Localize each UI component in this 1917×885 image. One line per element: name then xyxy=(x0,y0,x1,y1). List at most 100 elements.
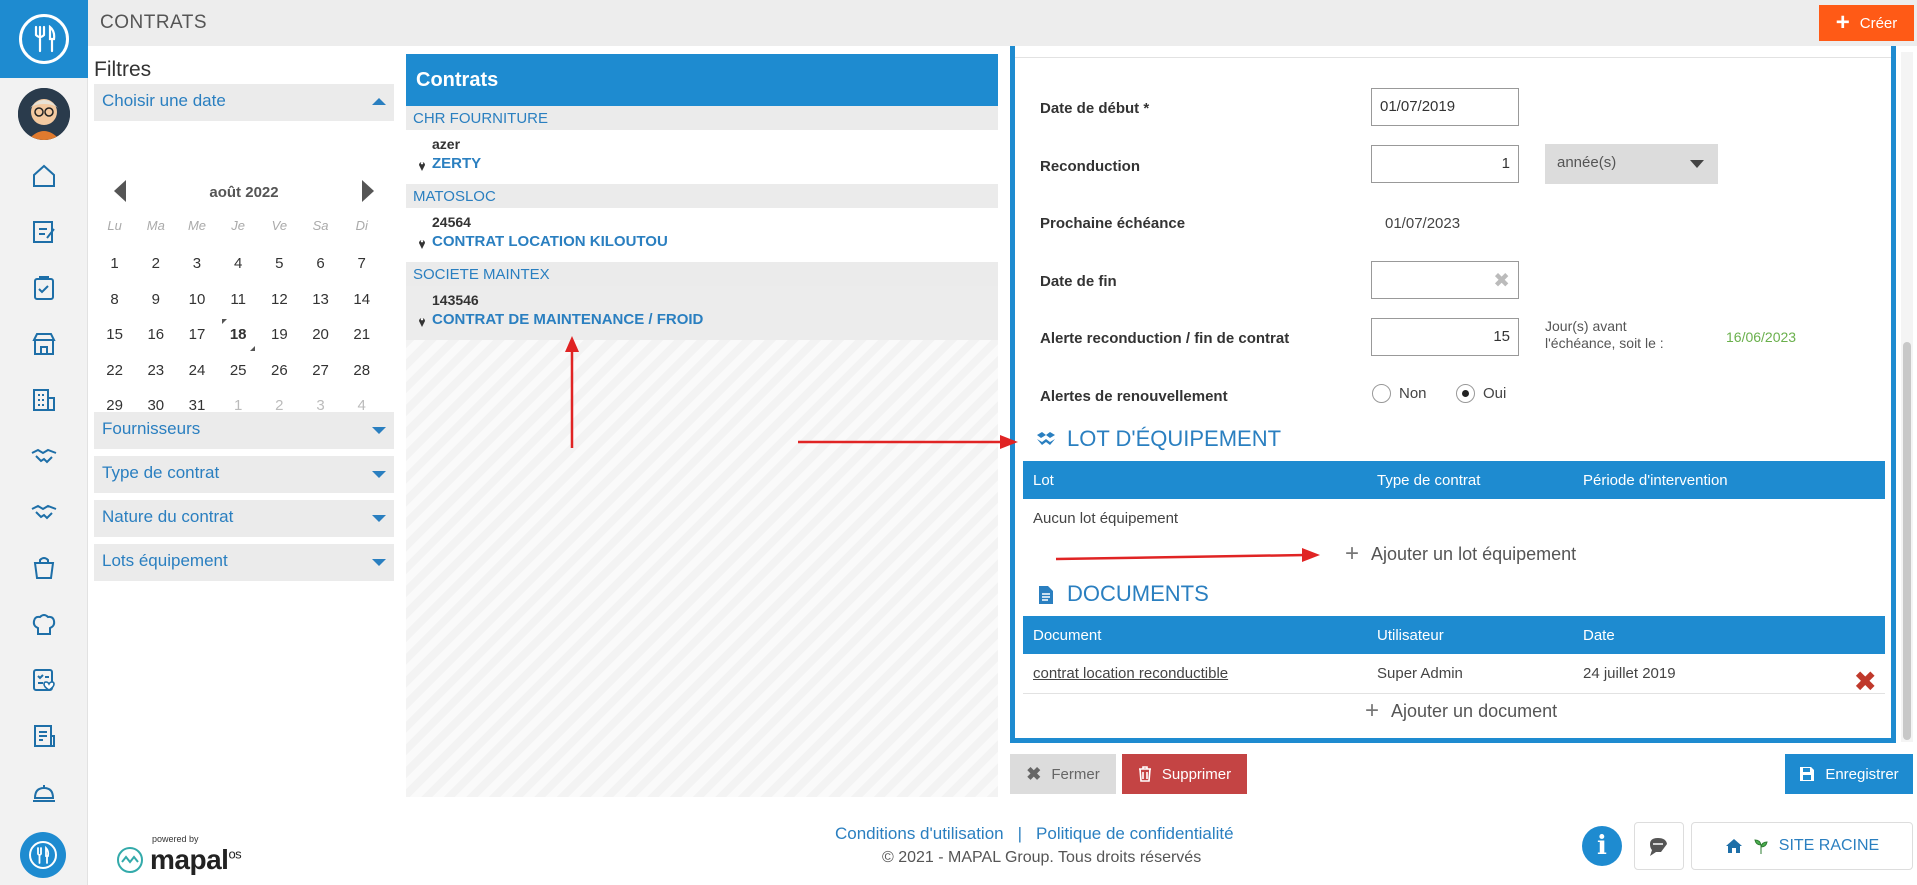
calendar-day[interactable]: 16 xyxy=(135,317,176,353)
calendar-day[interactable]: 27 xyxy=(300,353,341,389)
plus-icon: + xyxy=(1365,697,1380,724)
calendar-day[interactable]: 4 xyxy=(218,246,259,282)
filter-section-header[interactable]: Lots équipement xyxy=(94,544,394,581)
site-racine-label: SITE RACINE xyxy=(1778,837,1880,854)
home-icon[interactable] xyxy=(28,160,60,192)
calendar-day[interactable]: 11 xyxy=(218,282,259,318)
next-month-icon[interactable] xyxy=(362,180,374,202)
app-logo[interactable] xyxy=(0,0,88,78)
calendar-day[interactable]: 21 xyxy=(341,317,382,353)
contract-detail-panel: Date de début * 01/07/2019 Reconduction … xyxy=(1010,46,1896,743)
document-link[interactable]: contrat location reconductible xyxy=(1033,665,1228,682)
calendar-day[interactable]: 24 xyxy=(176,353,217,389)
terms-link[interactable]: Conditions d'utilisation xyxy=(835,824,1004,844)
calendar-day[interactable]: 7 xyxy=(341,246,382,282)
filter-section-header[interactable]: Fournisseurs xyxy=(94,412,394,449)
save-button[interactable]: Enregistrer xyxy=(1785,754,1913,794)
radio-oui-label: Oui xyxy=(1483,385,1507,402)
renewal-alerts-label: Alertes de renouvellement xyxy=(1040,388,1228,405)
map-pin-icon xyxy=(419,240,425,249)
top-bar: CONTRATS + Créer xyxy=(88,0,1917,46)
radio-oui[interactable] xyxy=(1456,384,1475,403)
sprout-icon xyxy=(1754,839,1768,854)
calendar-day[interactable]: 19 xyxy=(259,317,300,353)
calendar-day[interactable]: 22 xyxy=(94,353,135,389)
add-lot-button[interactable]: + Ajouter un lot équipement xyxy=(1345,540,1576,568)
list-item[interactable]: azer ZERTY xyxy=(406,130,998,184)
detail-scrollbar[interactable] xyxy=(1901,52,1913,742)
add-document-button[interactable]: + Ajouter un document xyxy=(1365,697,1557,725)
calendar-day[interactable]: 18 xyxy=(218,317,259,353)
calendar-day[interactable]: 2 xyxy=(135,246,176,282)
calendar-day[interactable]: 1 xyxy=(94,246,135,282)
calendar-day[interactable]: 26 xyxy=(259,353,300,389)
start-date-label: Date de début * xyxy=(1040,100,1150,117)
clear-icon[interactable]: ✖ xyxy=(1493,268,1510,293)
footer-links: Conditions d'utilisation | Politique de … xyxy=(835,824,1234,844)
calendar-day[interactable]: 20 xyxy=(300,317,341,353)
lots-col-lot: Lot xyxy=(1033,472,1054,489)
calendar-day[interactable]: 8 xyxy=(94,282,135,318)
supplier-group-header: SOCIETE MAINTEX xyxy=(406,262,998,286)
calendar-weekday: Ve xyxy=(271,218,288,233)
calendar-day[interactable]: 3 xyxy=(176,246,217,282)
chat-button[interactable] xyxy=(1634,822,1684,870)
powered-by-text: powered by xyxy=(152,834,199,844)
radio-non[interactable] xyxy=(1372,384,1391,403)
calendar-day[interactable]: 15 xyxy=(94,317,135,353)
scroll-thumb[interactable] xyxy=(1903,342,1911,740)
calendar-day[interactable]: 10 xyxy=(176,282,217,318)
clipboard-check-icon[interactable] xyxy=(28,272,60,304)
calendar-day[interactable]: 13 xyxy=(300,282,341,318)
filter-date-header[interactable]: Choisir une date xyxy=(94,84,394,121)
filter-section-label: Lots équipement xyxy=(102,551,228,570)
calendar-day[interactable]: 14 xyxy=(341,282,382,318)
store-icon[interactable] xyxy=(28,328,60,360)
handshake-icon[interactable] xyxy=(28,440,60,472)
page-title: CONTRATS xyxy=(100,12,208,33)
filter-section-header[interactable]: Type de contrat xyxy=(94,456,394,493)
docs-col-user: Utilisateur xyxy=(1377,627,1444,644)
calendar-day[interactable]: 6 xyxy=(300,246,341,282)
create-button[interactable]: + Créer xyxy=(1819,5,1914,41)
chat-icon xyxy=(1650,838,1667,856)
calendar-weekday: Me xyxy=(187,218,206,233)
avatar[interactable] xyxy=(18,88,70,140)
renewal-count-field[interactable]: 1 xyxy=(1371,145,1519,183)
close-button[interactable]: ✖ Fermer xyxy=(1010,754,1116,794)
app-logo-bottom[interactable] xyxy=(20,832,66,878)
renewal-unit-select[interactable]: année(s) xyxy=(1545,144,1718,184)
privacy-link[interactable]: Politique de confidentialité xyxy=(1036,824,1234,844)
calendar-weekday: Sa xyxy=(312,218,329,233)
sidebar xyxy=(0,0,88,885)
docs-col-date: Date xyxy=(1583,627,1615,644)
calendar-day[interactable]: 23 xyxy=(135,353,176,389)
delete-button[interactable]: Supprimer xyxy=(1122,754,1247,794)
fork-knife-icon xyxy=(19,14,69,64)
info-icon[interactable]: i xyxy=(1582,826,1622,866)
delete-document-icon[interactable]: ✖ xyxy=(1854,665,1877,698)
calendar-day[interactable]: 28 xyxy=(341,353,382,389)
start-date-field[interactable]: 01/07/2019 xyxy=(1371,88,1519,126)
calendar-day[interactable]: 17 xyxy=(176,317,217,353)
building-icon[interactable] xyxy=(28,384,60,416)
alert-hint-line1: Jour(s) avant xyxy=(1545,318,1627,334)
calendar-day[interactable]: 9 xyxy=(135,282,176,318)
checklist-heart-icon[interactable] xyxy=(28,664,60,696)
report-icon[interactable] xyxy=(28,720,60,752)
calendar-day[interactable]: 5 xyxy=(259,246,300,282)
filter-section-header[interactable]: Nature du contrat xyxy=(94,500,394,537)
alert-days-field[interactable]: 15 xyxy=(1371,318,1519,356)
end-date-field[interactable]: ✖ xyxy=(1371,261,1519,299)
basket-icon[interactable] xyxy=(28,552,60,584)
site-racine-button[interactable]: SITE RACINE xyxy=(1691,822,1913,870)
documents-title: DOCUMENTS xyxy=(1067,581,1209,606)
chef-hat-icon[interactable] xyxy=(28,608,60,640)
service-bell-icon[interactable] xyxy=(28,776,60,808)
edit-icon[interactable] xyxy=(28,216,60,248)
list-item[interactable]: 143546 CONTRAT DE MAINTENANCE / FROID xyxy=(406,286,998,340)
list-item[interactable]: 24564 CONTRAT LOCATION KILOUTOU xyxy=(406,208,998,262)
calendar-day[interactable]: 12 xyxy=(259,282,300,318)
calendar-day[interactable]: 25 xyxy=(218,353,259,389)
handshake-alt-icon[interactable] xyxy=(28,496,60,528)
